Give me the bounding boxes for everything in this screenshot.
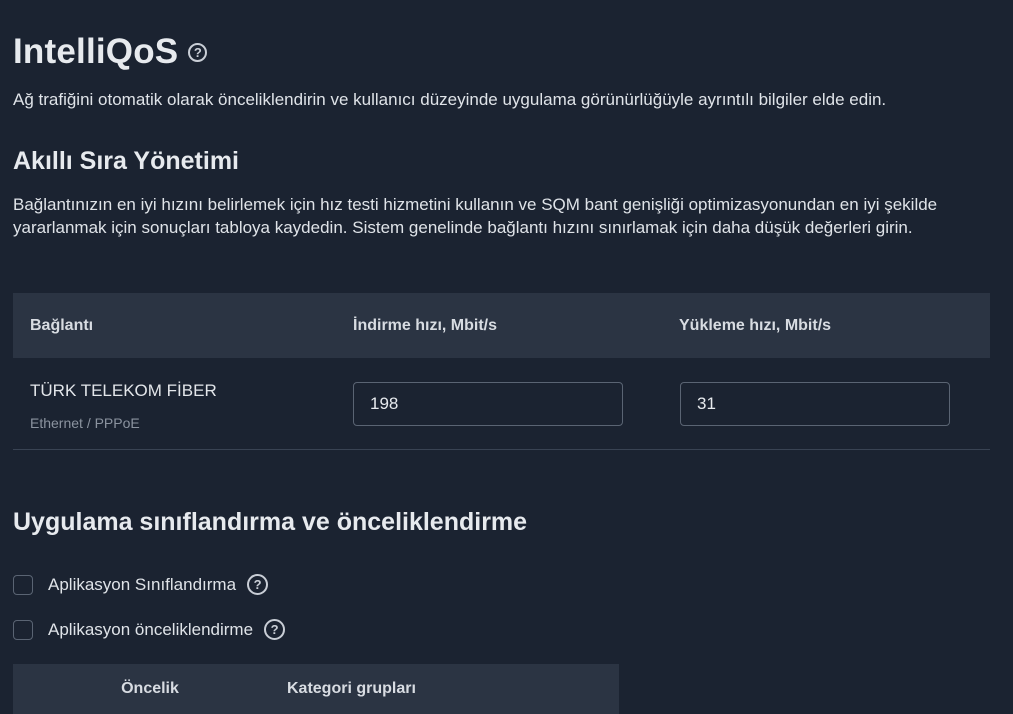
app-classification-label-wrap: Aplikasyon Sınıflandırma ? — [48, 574, 269, 595]
download-cell — [353, 381, 680, 426]
header-category-groups: Kategori grupları — [287, 680, 416, 697]
page-title: IntelliQoS — [13, 32, 179, 71]
sqm-section-title: Akıllı Sıra Yönetimi — [13, 147, 240, 175]
app-classification-option[interactable]: Aplikasyon Sınıflandırma ? — [13, 574, 269, 595]
connection-name: TÜRK TELEKOM FİBER — [30, 380, 217, 400]
table-row: TÜRK TELEKOM FİBER Ethernet / PPPoE — [13, 358, 990, 450]
question-circle-icon[interactable]: ? — [264, 619, 286, 640]
connection-type: Ethernet / PPPoE — [30, 414, 140, 431]
download-speed-input[interactable] — [353, 381, 623, 426]
priority-table-header: Öncelik Kategori grupları — [13, 664, 619, 714]
header-connection: Bağlantı — [30, 316, 94, 334]
upload-speed-input[interactable] — [680, 381, 950, 426]
header-upload: Yükleme hızı, Mbit/s — [679, 316, 832, 334]
app-classification-label: Aplikasyon Sınıflandırma — [48, 574, 237, 594]
question-circle-icon[interactable]: ? — [247, 574, 269, 595]
upload-cell — [680, 381, 990, 426]
app-prioritization-checkbox[interactable] — [13, 619, 33, 640]
app-prioritization-label: Aplikasyon önceliklendirme — [48, 619, 254, 639]
app-prioritization-option[interactable]: Aplikasyon önceliklendirme ? — [13, 619, 286, 640]
intelliqos-page: IntelliQoS ? Ağ trafiğini otomatik olara… — [0, 0, 1013, 714]
header-download: İndirme hızı, Mbit/s — [353, 316, 498, 334]
app-classification-checkbox[interactable] — [13, 574, 33, 595]
connection-cell: TÜRK TELEKOM FİBER Ethernet / PPPoE — [13, 377, 353, 431]
connection-speed-table: Bağlantı İndirme hızı, Mbit/s Yükleme hı… — [13, 293, 990, 450]
header-priority: Öncelik — [121, 680, 179, 697]
question-circle-icon[interactable]: ? — [188, 42, 208, 62]
sqm-description: Bağlantınızın en iyi hızını belirlemek i… — [13, 195, 938, 237]
title-row: IntelliQoS ? — [13, 32, 208, 72]
app-prioritization-label-wrap: Aplikasyon önceliklendirme ? — [48, 619, 286, 640]
table-header: Bağlantı İndirme hızı, Mbit/s Yükleme hı… — [13, 293, 990, 358]
page-subtitle: Ağ trafiğini otomatik olarak önceliklend… — [13, 90, 887, 109]
app-classification-title: Uygulama sınıflandırma ve önceliklendirm… — [13, 508, 528, 536]
